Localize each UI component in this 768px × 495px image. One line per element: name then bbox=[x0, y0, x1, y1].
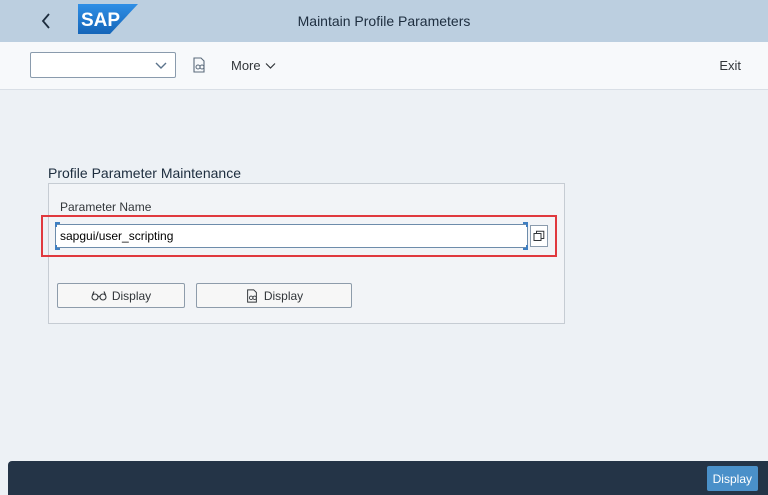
value-help-icon bbox=[533, 230, 545, 241]
footer-display-button[interactable]: Display bbox=[706, 466, 758, 491]
shell-bar: SAP Maintain Profile Parameters bbox=[0, 0, 768, 42]
focus-corner bbox=[523, 245, 528, 250]
display-button[interactable]: Display bbox=[57, 283, 185, 308]
more-label: More bbox=[231, 58, 261, 73]
sap-logo-text: SAP bbox=[81, 10, 120, 31]
parameter-name-label: Parameter Name bbox=[60, 200, 152, 214]
value-help-button[interactable] bbox=[530, 225, 548, 247]
focus-corner bbox=[523, 222, 528, 227]
parameter-name-input[interactable]: sapgui/user_scripting bbox=[55, 224, 528, 248]
exit-button[interactable]: Exit bbox=[719, 58, 741, 73]
footer-bar: Display bbox=[8, 461, 768, 495]
chevron-left-icon bbox=[41, 13, 50, 29]
display-object-button-label: Display bbox=[263, 288, 304, 303]
focus-corner bbox=[55, 245, 60, 250]
toolbar: More Exit bbox=[0, 42, 768, 90]
display-object-button[interactable]: Display bbox=[196, 283, 352, 308]
display-button-label: Display bbox=[111, 288, 152, 303]
focus-corner bbox=[55, 222, 60, 227]
display-object-icon bbox=[246, 288, 257, 303]
display-object-icon[interactable] bbox=[191, 57, 207, 73]
group-title: Profile Parameter Maintenance bbox=[48, 165, 241, 181]
more-menu-button[interactable]: More bbox=[231, 58, 276, 73]
back-button[interactable] bbox=[36, 8, 56, 34]
glasses-icon bbox=[91, 290, 107, 301]
command-field[interactable] bbox=[30, 52, 176, 78]
sap-logo: SAP bbox=[78, 4, 138, 34]
chevron-down-icon bbox=[265, 62, 276, 69]
chevron-down-icon[interactable] bbox=[155, 60, 167, 70]
